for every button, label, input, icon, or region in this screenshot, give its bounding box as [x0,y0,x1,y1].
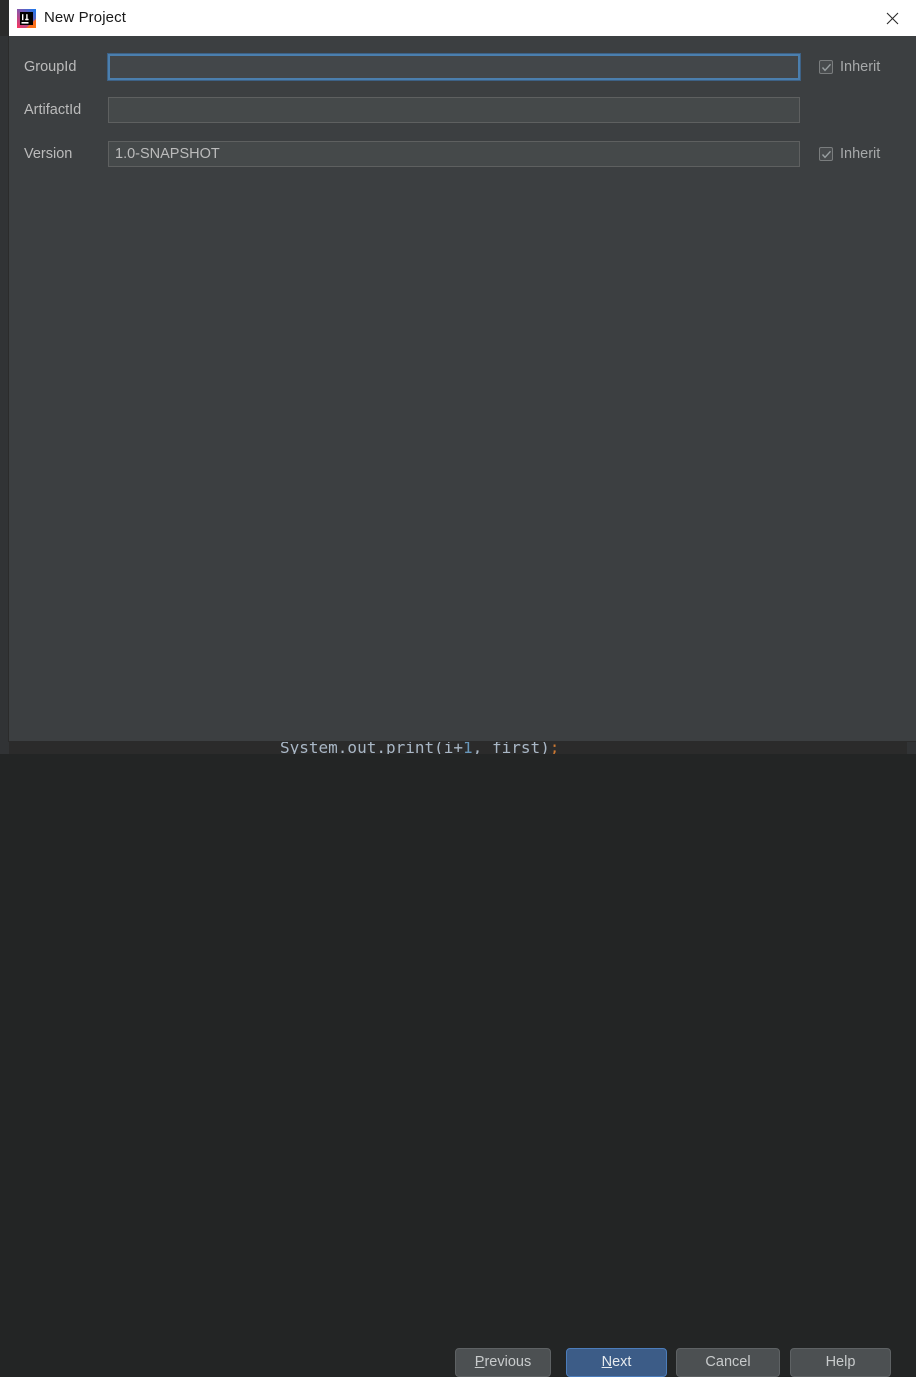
form-row-version: Version Inherit [9,141,916,167]
checkmark-icon [821,150,832,159]
dialog-button-bar: Previous Next Cancel Help [9,681,916,1377]
previous-button-mnemonic: P [474,1354,485,1370]
checkmark-icon [821,63,832,72]
next-button-label: ext [612,1354,632,1370]
next-button-mnemonic: N [601,1354,613,1370]
code-token-semicolon: ; [549,740,560,754]
version-inherit-group[interactable]: Inherit [819,143,880,165]
cancel-button[interactable]: Cancel [676,1348,780,1377]
dialog-title: New Project [44,9,126,26]
version-inherit-checkbox[interactable] [819,147,833,161]
groupid-label: GroupId [24,59,77,75]
next-button[interactable]: Next [566,1348,667,1377]
help-button-label: Help [825,1354,856,1370]
groupid-inherit-group[interactable]: Inherit [819,56,880,78]
new-project-dialog: New Project GroupId Inherit ArtifactId V… [9,0,916,1377]
previous-button[interactable]: Previous [455,1348,551,1377]
help-button[interactable]: Help [790,1348,891,1377]
dialog-titlebar[interactable]: New Project [9,0,916,37]
version-input[interactable] [108,141,800,167]
groupid-inherit-checkbox[interactable] [819,60,833,74]
previous-button-label: revious [484,1354,532,1370]
groupid-input[interactable] [108,54,800,80]
form-row-artifactid: ArtifactId [9,97,916,123]
dialog-content: GroupId Inherit ArtifactId Version 1.0-S… [9,36,916,1377]
close-button[interactable] [870,0,916,36]
version-label: Version [24,146,73,162]
code-token-number: 1 [463,740,473,754]
code-token-call: System.out.print(i+ [280,740,464,754]
code-token-args: , first) [472,740,550,754]
artifactid-input[interactable] [108,97,800,123]
version-inherit-label: Inherit [840,146,881,162]
cancel-button-label: Cancel [705,1354,751,1370]
groupid-inherit-label: Inherit [840,59,881,75]
intellij-idea-logo-icon [17,9,36,28]
ide-editor-code-line: System.out.print(i+1, first); [9,740,907,754]
form-row-groupid: GroupId Inherit [9,54,916,80]
artifactid-label: ArtifactId [24,102,82,118]
